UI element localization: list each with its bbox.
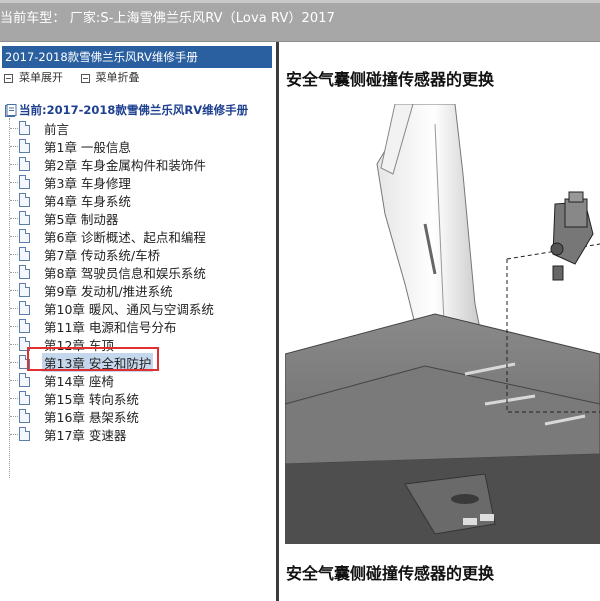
- tree-item-label: 第6章 诊断概述、起点和编程: [44, 229, 206, 245]
- tree-item-label: 前言: [44, 121, 70, 137]
- tree-item[interactable]: 第8章 驾驶员信息和娱乐系统: [10, 263, 208, 281]
- tree-item-label: 第15章 转向系统: [44, 391, 139, 407]
- tree-connector-line: [10, 127, 18, 129]
- tree-item[interactable]: 前言: [10, 119, 71, 137]
- content-pane: 安全气囊侧碰撞传感器的更换 安全气囊侧碰撞传感器的更换: [279, 42, 600, 601]
- tree-connector-line: [10, 307, 18, 309]
- document-icon: [19, 355, 30, 369]
- tree-connector-line: [10, 253, 18, 255]
- menu-operations: 菜单展开 菜单折叠: [2, 68, 272, 88]
- sensor-illustration: [285, 104, 600, 572]
- tree-item[interactable]: 第3章 车身修理: [10, 173, 133, 191]
- tree-connector-line: [10, 271, 18, 273]
- page-title: 安全气囊侧碰撞传感器的更换: [286, 70, 495, 89]
- tree-connector-line: [10, 235, 18, 237]
- document-icon: [19, 265, 30, 279]
- tree-item-label: 第1章 一般信息: [44, 139, 131, 155]
- tree-item-label: 第16章 悬架系统: [44, 409, 139, 425]
- tree-connector-line: [10, 325, 18, 327]
- document-icon: [19, 193, 30, 207]
- tree-item[interactable]: 第4章 车身系统: [10, 191, 133, 209]
- navigation-panel: 2017-2018款雪佛兰乐风RV维修手册 菜单展开 菜单折叠 当前:2017-…: [0, 42, 276, 601]
- title-bar-stripe: [0, 0, 600, 3]
- tree-item[interactable]: 第1章 一般信息: [10, 137, 133, 155]
- tree-connector-line: [10, 343, 18, 345]
- tree-item-label: 第10章 暖风、通风与空调系统: [44, 301, 214, 317]
- document-icon: [19, 157, 30, 171]
- tree-item[interactable]: 第7章 传动系统/车桥: [10, 245, 162, 263]
- expand-icon: [4, 73, 13, 83]
- tree-connector-line: [10, 379, 18, 381]
- tree-connector-line: [10, 145, 18, 147]
- document-icon: [19, 283, 30, 297]
- tree-connector-line: [10, 199, 18, 201]
- document-icon: [19, 427, 30, 441]
- tree-connector-line: [10, 181, 18, 183]
- tree-connector-line: [10, 163, 18, 165]
- tree-connector-line: [10, 433, 18, 435]
- manual-header: 2017-2018款雪佛兰乐风RV维修手册: [2, 46, 272, 68]
- tree-item[interactable]: 第9章 发动机/推进系统: [10, 281, 175, 299]
- document-icon: [19, 337, 30, 351]
- document-icon: [19, 301, 30, 315]
- document-icon: [19, 229, 30, 243]
- collapse-menu-button[interactable]: 菜单折叠: [79, 68, 140, 88]
- tree-root-label: 当前:2017-2018款雪佛兰乐风RV维修手册: [19, 103, 249, 117]
- tree-connector-line: [10, 361, 18, 363]
- tree-connector-line: [10, 415, 18, 417]
- tree-item[interactable]: 第6章 诊断概述、起点和编程: [10, 227, 208, 245]
- document-icon: [19, 211, 30, 225]
- tree-item[interactable]: 第13章 安全和防护: [10, 352, 154, 372]
- tree-item-label: 第4章 车身系统: [44, 193, 131, 209]
- book-icon: [5, 103, 17, 117]
- tree-item[interactable]: 第15章 转向系统: [10, 389, 141, 407]
- expand-menu-label: 菜单展开: [19, 71, 63, 84]
- tree-item[interactable]: 第5章 制动器: [10, 209, 120, 227]
- document-icon: [19, 319, 30, 333]
- tree-item[interactable]: 第16章 悬架系统: [10, 407, 141, 425]
- tree-item-label: 第17章 变速器: [44, 427, 127, 443]
- tree-item[interactable]: 第12章 车顶: [10, 335, 116, 353]
- tree-root[interactable]: 当前:2017-2018款雪佛兰乐风RV维修手册: [4, 102, 248, 118]
- tree-item-label: 第5章 制动器: [44, 211, 119, 227]
- tree-item-label: 第2章 车身金属构件和装饰件: [44, 157, 206, 173]
- tree-connector-line: [10, 289, 18, 291]
- tree-item-label: 第7章 传动系统/车桥: [44, 247, 161, 263]
- caption-title: 安全气囊侧碰撞传感器的更换: [286, 564, 495, 583]
- document-icon: [19, 175, 30, 189]
- tree-item-label: 第13章 安全和防护: [42, 352, 154, 372]
- tree-item-label: 第11章 电源和信号分布: [44, 319, 177, 335]
- tree-item-label: 第3章 车身修理: [44, 175, 131, 191]
- tree-item-label: 第8章 驾驶员信息和娱乐系统: [44, 265, 206, 281]
- tree-item-label: 第12章 车顶: [44, 337, 114, 353]
- tree-item[interactable]: 第14章 座椅: [10, 371, 116, 389]
- tree-connector-line: [10, 397, 18, 399]
- document-icon: [19, 409, 30, 423]
- vehicle-model-label: 当前车型： 厂家:S-上海雪佛兰乐风RV（Lova RV）2017: [0, 11, 336, 26]
- collapse-icon: [80, 73, 90, 83]
- title-bar: 当前车型： 厂家:S-上海雪佛兰乐风RV（Lova RV）2017: [0, 0, 600, 42]
- tree-item[interactable]: 第10章 暖风、通风与空调系统: [10, 299, 216, 317]
- tree-item-label: 第9章 发动机/推进系统: [44, 283, 173, 299]
- document-icon: [19, 139, 30, 153]
- document-icon: [19, 121, 30, 135]
- tree-item-label: 第14章 座椅: [44, 373, 114, 389]
- document-icon: [19, 391, 30, 405]
- collapse-menu-label: 菜单折叠: [95, 71, 140, 84]
- tree-item[interactable]: 第11章 电源和信号分布: [10, 317, 178, 335]
- tree-item[interactable]: 第17章 变速器: [10, 425, 128, 443]
- document-icon: [19, 247, 30, 261]
- tree-connector-line: [10, 217, 18, 219]
- tree-item[interactable]: 第2章 车身金属构件和装饰件: [10, 155, 208, 173]
- document-icon: [19, 373, 30, 387]
- expand-menu-button[interactable]: 菜单展开: [2, 68, 63, 88]
